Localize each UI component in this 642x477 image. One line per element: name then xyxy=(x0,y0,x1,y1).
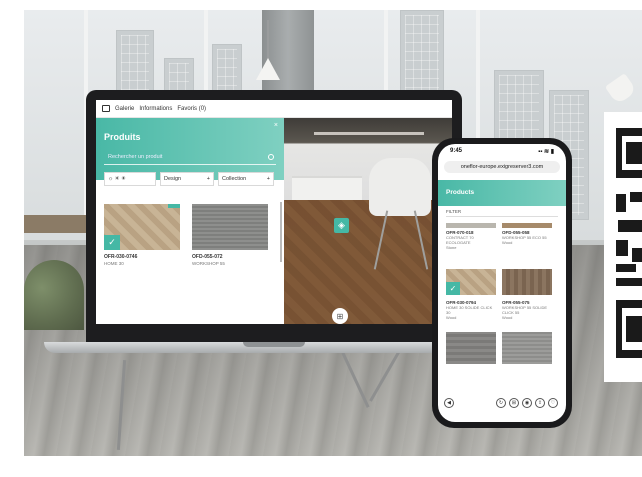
close-icon[interactable]: × xyxy=(274,122,278,129)
url-bar[interactable]: oneflor-europe.exigreserver3.com xyxy=(444,161,560,173)
app-topbar: Galerie Informations Favoris (0) xyxy=(96,100,452,118)
room-visualizer[interactable]: ◈ ⊞ xyxy=(284,118,452,324)
back-icon[interactable]: ◀ xyxy=(444,398,454,408)
laptop-screen: Galerie Informations Favoris (0) ◈ ⊞ Pro… xyxy=(96,100,452,324)
edit-icon[interactable] xyxy=(102,105,110,112)
grid-icon[interactable]: ⊞ xyxy=(509,398,519,408)
brightness-filter[interactable]: ☼ ☀ ☀ xyxy=(104,172,156,186)
list-item[interactable]: OFD-055-058 WORKSHOP 55 ECO 55 Wood xyxy=(502,223,552,245)
product-code: OFR-030-0746 xyxy=(104,254,138,260)
panel-title: Produits xyxy=(104,132,141,142)
panel-header: Produits × Rechercher un produit xyxy=(96,118,284,180)
product-tile-grey[interactable] xyxy=(446,332,496,364)
phone-screen: 9:45 ▪▪ ≋ ▮ oneflor-europe.exigreserver3… xyxy=(438,144,566,422)
menu-informations[interactable]: Informations xyxy=(139,106,172,112)
kitchen-counter xyxy=(292,176,362,200)
filter-row: ☼ ☀ ☀ Design + Collection + xyxy=(104,172,276,186)
status-bar: 9:45 ▪▪ ≋ ▮ xyxy=(438,144,566,158)
products-panel: Produits × Rechercher un produit ☼ ☀ ☀ D… xyxy=(96,118,284,324)
chair xyxy=(369,158,431,216)
list-item: OFR-055-075 WORKSHOP 55 SOLIDE CLICK 55 … xyxy=(502,300,548,320)
collection-filter[interactable]: Collection + xyxy=(218,172,274,186)
panel-title: Products xyxy=(446,189,475,196)
camera-icon[interactable]: ◉ xyxy=(522,398,532,408)
filter-toggle[interactable]: FILTER xyxy=(446,207,558,217)
plus-icon: + xyxy=(206,176,210,182)
clock: 9:45 xyxy=(450,148,463,154)
floor-select-cube-icon[interactable]: ◈ xyxy=(334,218,349,233)
search-placeholder: Rechercher un produit xyxy=(108,154,163,160)
menu-favoris[interactable]: Favoris (0) xyxy=(177,106,206,112)
product-tile-walnut[interactable] xyxy=(502,269,552,295)
share-icon[interactable]: ⇪ xyxy=(535,398,545,408)
search-input[interactable]: Rechercher un produit xyxy=(104,153,276,165)
list-item[interactable]: OFR-070-018 CONTRACT 70 ECOLOGATE Stone xyxy=(446,223,496,250)
search-icon[interactable] xyxy=(268,154,274,160)
side-table xyxy=(24,215,94,233)
plus-icon: + xyxy=(266,176,270,182)
pendant-lamp xyxy=(256,58,280,80)
product-tile-grey[interactable] xyxy=(192,204,268,250)
list-item: OFR-030-0794 HOME 30 SOLIDE CLICK 30 Woo… xyxy=(446,300,493,320)
product-name: HOME 30 xyxy=(104,261,124,266)
panel-header: Products xyxy=(438,180,566,206)
product-name: WORKSHOP 55 xyxy=(192,261,225,266)
heart-icon[interactable]: ♡ xyxy=(548,398,558,408)
scrollbar[interactable] xyxy=(280,202,282,262)
menu-galerie[interactable]: Galerie xyxy=(115,106,134,112)
signal-icon: ▪▪ ≋ ▮ xyxy=(538,148,554,155)
plant xyxy=(24,260,84,330)
check-icon: ✓ xyxy=(104,235,120,250)
lamp-stem xyxy=(267,20,269,60)
rotate-icon[interactable]: ↻ xyxy=(496,398,506,408)
layout-grid-icon[interactable]: ⊞ xyxy=(332,308,348,324)
product-code: OFD-055-072 xyxy=(192,254,223,260)
product-tile-stone[interactable] xyxy=(502,332,552,364)
check-icon: ✓ xyxy=(446,282,460,295)
qr-code[interactable] xyxy=(604,112,642,382)
sun-icon: ☼ ☀ ☀ xyxy=(108,176,126,182)
bottom-toolbar: ◀ ↻ ⊞ ◉ ⇪ ♡ xyxy=(442,398,562,410)
design-filter[interactable]: Design + xyxy=(160,172,214,186)
